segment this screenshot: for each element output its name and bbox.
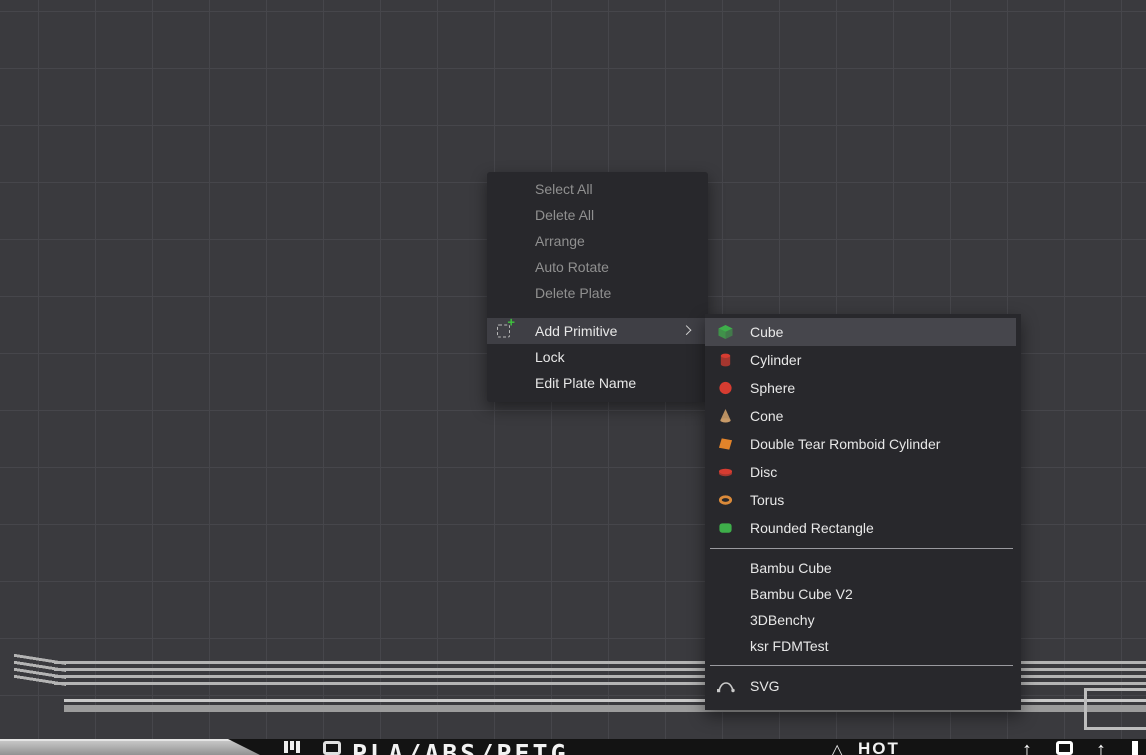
submenu-item-cube[interactable]: Cube [705,318,1016,346]
menu-item-auto-rotate: Auto Rotate [487,254,708,280]
bambu-logo-icon [284,741,300,753]
menu-item-label: Delete Plate [535,285,611,301]
rhomboid-cylinder-icon [718,437,733,452]
submenu-item-label: ksr FDMTest [750,638,829,654]
submenu-item-label: Cube [750,324,783,340]
plate-arrow-up-icon: ↑ [1096,739,1106,755]
submenu-item-label: 3DBenchy [750,612,815,628]
disc-icon [718,465,733,480]
menu-item-delete-plate: Delete Plate [487,280,708,306]
menu-item-label: Lock [535,349,565,365]
hot-warning-icon: △ [831,740,843,755]
plate-front-strip: PLA/ABS/PETG △ HOT ↑ ↑ [0,739,1146,755]
submenu-item-torus[interactable]: Torus [705,486,1021,514]
add-primitive-icon: + [497,325,510,338]
submenu-item-label: Cylinder [750,352,801,368]
cylinder-icon [718,353,733,368]
sphere-icon [718,381,733,396]
plate-edge-mark [1132,741,1138,755]
menu-item-label: Edit Plate Name [535,375,636,391]
menu-item-label: Select All [535,181,593,197]
plate-name-tab[interactable] [0,739,260,755]
submenu-item-disc[interactable]: Disc [705,458,1021,486]
menu-item-label: Auto Rotate [535,259,609,275]
submenu-item-rounded-rectangle[interactable]: Rounded Rectangle [705,514,1021,542]
add-primitive-submenu: Cube Cylinder Sphere Cone Double Tear Ro [705,314,1021,710]
submenu-separator [710,665,1013,666]
submenu-item-label: Bambu Cube V2 [750,586,853,602]
menu-item-label: Add Primitive [535,323,617,339]
menu-item-edit-plate-name[interactable]: Edit Plate Name [487,370,708,396]
svg-curve-icon [716,679,736,694]
submenu-item-label: Rounded Rectangle [750,520,874,536]
submenu-item-ksr-fdmtest[interactable]: ksr FDMTest [705,633,1021,659]
menu-separator [487,306,708,318]
3d-viewport[interactable]: PLA/ABS/PETG △ HOT ↑ ↑ Select All Delete… [0,0,1146,755]
submenu-item-bambu-cube-v2[interactable]: Bambu Cube V2 [705,581,1021,607]
submenu-item-3dbenchy[interactable]: 3DBenchy [705,607,1021,633]
plate-type-icon [323,741,341,755]
submenu-item-sphere[interactable]: Sphere [705,374,1021,402]
menu-item-label: Delete All [535,207,594,223]
torus-icon [718,493,733,508]
submenu-item-cylinder[interactable]: Cylinder [705,346,1021,374]
cube-icon [718,325,733,340]
menu-item-delete-all: Delete All [487,202,708,228]
submenu-arrow-icon [682,325,692,335]
plate-box-icon [1056,741,1073,755]
submenu-item-cone[interactable]: Cone [705,402,1021,430]
plate-context-menu: Select All Delete All Arrange Auto Rotat… [487,172,708,402]
submenu-item-label: Double Tear Romboid Cylinder [750,436,940,452]
menu-item-lock[interactable]: Lock [487,344,708,370]
plus-icon: + [507,316,515,329]
submenu-item-double-tear-romboid-cylinder[interactable]: Double Tear Romboid Cylinder [705,430,1021,458]
hot-label: HOT [858,739,900,755]
submenu-item-label: SVG [750,678,780,694]
submenu-item-svg[interactable]: SVG [705,672,1021,700]
plate-arrow-up-icon: ↑ [1022,739,1032,755]
submenu-item-label: Torus [750,492,784,508]
rounded-rectangle-icon [718,521,733,536]
menu-item-arrange: Arrange [487,228,708,254]
plate-filament-text: PLA/ABS/PETG [352,739,569,755]
submenu-item-label: Bambu Cube [750,560,832,576]
menu-item-label: Arrange [535,233,585,249]
submenu-separator [710,548,1013,549]
cone-icon [718,409,733,424]
submenu-item-label: Sphere [750,380,795,396]
submenu-item-label: Cone [750,408,783,424]
menu-item-select-all: Select All [487,176,708,202]
submenu-item-bambu-cube[interactable]: Bambu Cube [705,555,1021,581]
bed-corner-marker [1084,688,1146,730]
menu-item-add-primitive[interactable]: + Add Primitive [487,318,708,344]
submenu-item-label: Disc [750,464,777,480]
